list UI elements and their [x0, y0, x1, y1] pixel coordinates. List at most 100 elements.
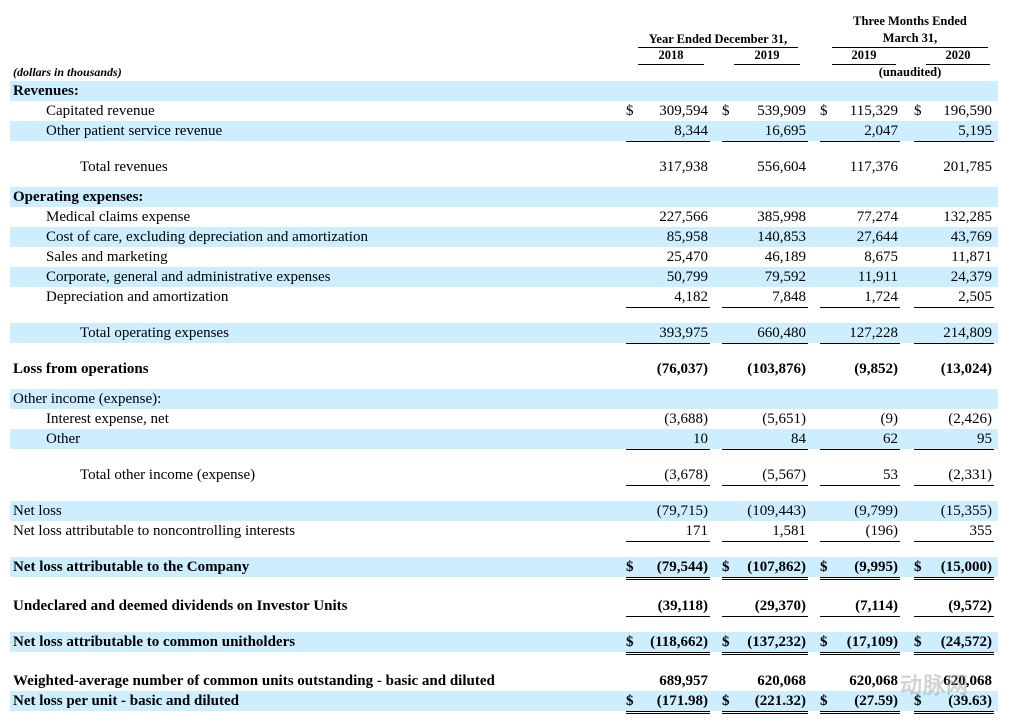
value-text: 227,566: [659, 209, 708, 225]
value-cell: 4,182: [626, 287, 710, 308]
dollar-sign: $: [626, 559, 634, 575]
value-text: 7,848: [772, 289, 806, 305]
value-cell: 171: [626, 521, 710, 542]
value-text: 1,581: [772, 523, 806, 539]
value-text: 77,274: [856, 209, 898, 225]
value-cell: 689,957: [626, 671, 710, 691]
row-label: Interest expense, net: [46, 411, 169, 427]
dollar-sign: $: [820, 634, 828, 650]
row-label: Depreciation and amortization: [46, 289, 229, 305]
value-text: 317,938: [659, 159, 708, 175]
table-row: Capitated revenue $309,594 $539,909 $115,32…: [10, 101, 998, 121]
value-text: (9,572): [948, 598, 992, 614]
value-cell: (13,024): [914, 359, 994, 379]
table-row: Other income (expense):: [10, 389, 998, 409]
value-text: (109,443): [747, 503, 806, 519]
value-cell: (15,355): [914, 501, 994, 521]
value-text: 115,329: [849, 103, 898, 119]
table-row: Undeclared and deemed dividends on Inves…: [10, 596, 998, 617]
quarter-group-header-line1: Three Months Ended: [853, 14, 967, 28]
value-cell: 85,958: [626, 227, 710, 247]
value-cell: 16,695: [722, 121, 808, 142]
value-text: 385,998: [757, 209, 806, 225]
value-cell: 84: [722, 429, 808, 450]
column-rule-2019-year: [734, 64, 800, 65]
value-cell: 62: [820, 429, 900, 450]
value-text: (137,232): [747, 634, 806, 650]
value-text: (7,114): [855, 598, 898, 614]
value-text: 556,604: [757, 159, 806, 175]
value-text: (9): [880, 411, 899, 427]
value-text: 24,379: [950, 269, 992, 285]
value-cell: $ (9,995): [820, 557, 900, 580]
value-text: 2,047: [864, 123, 898, 139]
value-cell: $ (27.59): [820, 691, 900, 714]
value-cell: 660,480: [722, 323, 808, 344]
column-header-2019-year: 2019: [754, 48, 780, 62]
dollar-sign: $: [722, 634, 730, 650]
unaudited-note: (unaudited): [878, 65, 942, 79]
value-cell: (79,715): [626, 501, 710, 521]
value-text: 84: [791, 431, 806, 447]
row-label: Weighted-average number of common units …: [13, 673, 495, 689]
value-text: (5,651): [762, 411, 806, 427]
value-cell: 8,675: [820, 247, 900, 267]
value-cell: 393,975: [626, 323, 710, 344]
value-cell: 46,189: [722, 247, 808, 267]
value-cell: $115,329: [820, 101, 900, 121]
value-cell: 95: [914, 429, 994, 450]
row-label: Revenues:: [13, 83, 79, 99]
value-cell: (7,114): [820, 596, 900, 617]
value-cell: 127,228: [820, 323, 900, 344]
value-cell: 620,068: [820, 671, 900, 691]
value-cell: $ (171.98): [626, 691, 710, 714]
table-row: Total revenues 317,938 556,604 117,376 201,7…: [10, 157, 998, 177]
value-text: 539,909: [757, 103, 806, 119]
value-text: 689,957: [659, 673, 708, 689]
value-cell: (2,331): [914, 465, 994, 486]
table-row: Interest expense, net (3,688) (5,651) (9) (2…: [10, 409, 998, 429]
row-label: Other patient service revenue: [46, 123, 223, 139]
row-label: Total operating expenses: [80, 325, 229, 341]
units-note: (dollars in thousands): [13, 65, 122, 79]
value-cell: 24,379: [914, 267, 994, 287]
value-cell: 227,566: [626, 207, 710, 227]
value-text: 50,799: [666, 269, 708, 285]
row-label: Other: [46, 431, 81, 447]
value-cell: 214,809: [914, 323, 994, 344]
table-row: Total operating expenses 393,975 660,480 12…: [10, 323, 998, 344]
value-cell: $ (221.32): [722, 691, 808, 714]
value-text: (5,567): [762, 467, 806, 483]
value-cell: (5,567): [722, 465, 808, 486]
value-cell: 117,376: [820, 157, 900, 177]
value-text: (2,331): [948, 467, 992, 483]
dollar-sign: $: [820, 693, 828, 709]
dollar-sign: $: [820, 103, 828, 119]
row-label: Net loss per unit - basic and diluted: [13, 693, 240, 709]
table-row: Net loss attributable to common unithold…: [10, 632, 998, 655]
dollar-sign: $: [722, 693, 730, 709]
value-text: (9,799): [854, 503, 898, 519]
dollar-sign: $: [914, 559, 922, 575]
value-cell: 77,274: [820, 207, 900, 227]
value-text: 171: [685, 523, 709, 539]
column-header-2018: 2018: [658, 48, 684, 62]
row-label: Loss from operations: [13, 361, 149, 377]
value-cell: $ (15,000): [914, 557, 994, 580]
table-row: Net loss per unit - basic and diluted $ (1…: [10, 691, 998, 714]
value-cell: (103,876): [722, 359, 808, 379]
column-rule-2018: [638, 64, 704, 65]
value-cell: (109,443): [722, 501, 808, 521]
row-label: Net loss attributable to the Company: [13, 559, 250, 575]
table-row: Corporate, general and administrative ex…: [10, 267, 998, 287]
dollar-sign: $: [626, 634, 634, 650]
value-text: 53: [883, 467, 898, 483]
table-row: Other 10 84 62 95: [10, 429, 998, 450]
value-text: 140,853: [757, 229, 806, 245]
value-text: 11,911: [857, 269, 898, 285]
table-row: Medical claims expense 227,566 385,998 77,2…: [10, 207, 998, 227]
year-group-header: Year Ended December 31,: [648, 32, 788, 46]
value-cell: 8,344: [626, 121, 710, 142]
value-cell: $196,590: [914, 101, 994, 121]
dollar-sign: $: [722, 103, 730, 119]
